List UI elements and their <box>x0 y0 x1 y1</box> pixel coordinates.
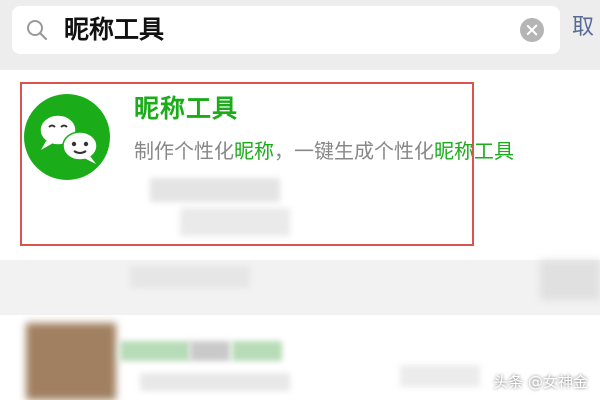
blurred-divider <box>0 260 600 315</box>
blurred-content <box>400 365 480 387</box>
blurred-content <box>120 341 190 361</box>
clear-icon[interactable] <box>520 18 544 42</box>
watermark: 头条 @女神金 <box>493 373 588 391</box>
search-icon <box>27 20 48 41</box>
cancel-button[interactable]: 取 <box>572 14 594 42</box>
blurred-content <box>232 341 282 361</box>
search-bar: 昵称工具 取 <box>0 0 600 70</box>
blurred-content <box>190 341 230 361</box>
blurred-content <box>130 266 250 288</box>
blurred-avatar <box>26 323 116 400</box>
highlight-frame <box>20 82 474 246</box>
search-box[interactable]: 昵称工具 <box>12 6 560 54</box>
blurred-content <box>540 260 600 300</box>
search-result-item[interactable]: 昵称工具 制作个性化昵称，一键生成个性化昵称工具 <box>0 70 600 260</box>
blurred-content <box>140 373 290 391</box>
search-input[interactable]: 昵称工具 <box>64 14 164 46</box>
